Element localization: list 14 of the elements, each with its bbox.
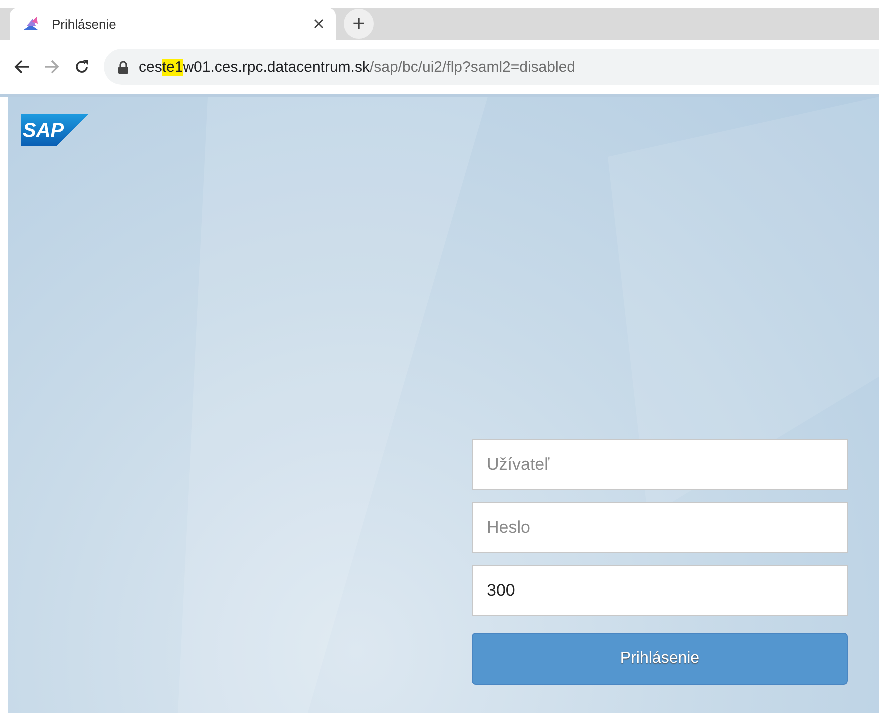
close-icon[interactable] [314,19,324,29]
username-field[interactable]: Užívateľ [472,439,848,490]
address-field[interactable]: ceste1w01.ces.rpc.datacentrum.sk/sap/bc/ui2/flp?saml2=disabled [104,49,879,85]
tab-title: Prihlásenie [52,16,118,32]
reload-icon[interactable] [74,59,90,75]
new-tab-button[interactable]: + [344,9,374,39]
client-field[interactable]: 300 [472,565,848,616]
password-field[interactable]: Heslo [472,502,848,553]
browser-tab[interactable]: Prihlásenie [10,8,336,40]
app-icon [22,16,40,32]
url-text: ceste1w01.ces.rpc.datacentrum.sk/sap/bc/ui2/flp?saml2=disabled [139,58,576,76]
sap-logo: SAP [21,114,89,146]
lock-icon [118,60,129,74]
back-icon[interactable] [14,59,30,75]
